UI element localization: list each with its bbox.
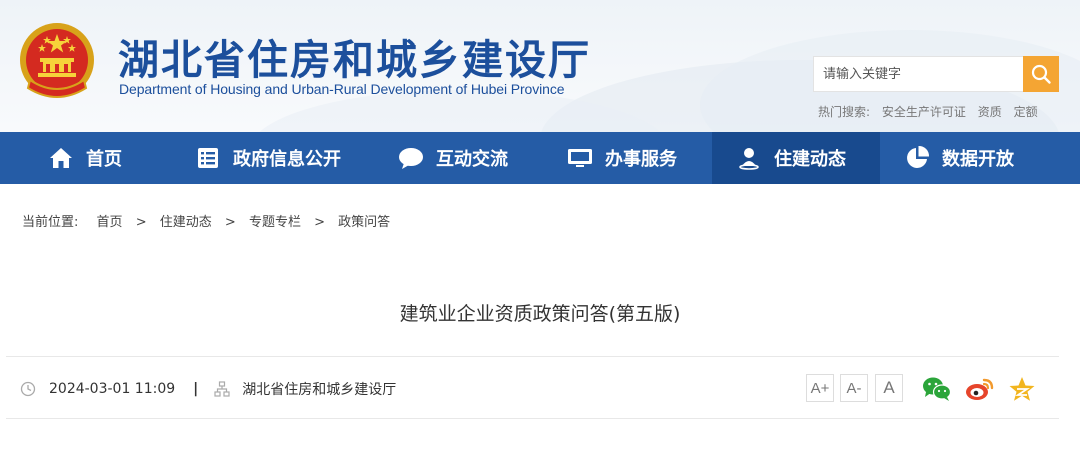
favorite-button[interactable] (1007, 374, 1037, 404)
nav-item-label: 住建动态 (774, 149, 846, 170)
nav-item-open-data[interactable]: 数据开放 (904, 132, 1014, 184)
national-emblem-icon (20, 23, 94, 98)
chat-bubble-icon (398, 145, 424, 171)
nav-item-label: 政府信息公开 (233, 149, 341, 170)
breadcrumb-item-home[interactable]: 首页 (97, 215, 123, 230)
font-increase-button[interactable]: A+ (806, 374, 834, 402)
article-meta: 2024-03-01 11:09 | 湖北省住房和城乡建设厅 (20, 378, 396, 400)
font-default-label: A (883, 378, 895, 397)
nav-item-label: 首页 (86, 149, 122, 170)
search-box (813, 56, 1059, 92)
breadcrumb-prefix: 当前位置: (22, 215, 79, 230)
share-wechat-button[interactable] (922, 374, 952, 404)
publish-date: 2024-03-01 11:09 (49, 381, 176, 397)
breadcrumb: 当前位置: 首页 > 住建动态 > 专题专栏 > 政策问答 (22, 211, 390, 230)
clock-icon (20, 381, 36, 397)
article-source: 湖北省住房和城乡建设厅 (242, 382, 397, 398)
breadcrumb-separator: > (314, 215, 325, 230)
home-icon (48, 145, 74, 171)
nav-item-government-info[interactable]: 政府信息公开 (195, 132, 341, 184)
breadcrumb-item-policy-qa[interactable]: 政策问答 (338, 215, 390, 230)
nav-item-home[interactable]: 首页 (48, 132, 122, 184)
font-increase-label: A+ (810, 379, 830, 397)
site-header: 湖北省住房和城乡建设厅 Department of Housing and Ur… (0, 0, 1080, 132)
nav-item-services[interactable]: 办事服务 (567, 132, 677, 184)
hot-search-term[interactable]: 安全生产许可证 (882, 105, 966, 119)
breadcrumb-separator: > (135, 215, 147, 230)
site-title: 湖北省住房和城乡建设厅 (118, 36, 591, 84)
meta-separator: | (193, 381, 199, 397)
search-icon (1031, 64, 1051, 84)
organization-icon (214, 381, 230, 397)
hot-search: 热门搜索: 安全生产许可证 资质 定额 (818, 103, 1046, 120)
pie-chart-icon (904, 145, 930, 171)
monitor-icon (567, 145, 593, 171)
nav-item-label: 办事服务 (605, 149, 677, 170)
hot-search-term[interactable]: 定额 (1014, 105, 1038, 119)
favorite-star-icon (1009, 377, 1035, 401)
nav-item-interaction[interactable]: 互动交流 (398, 132, 508, 184)
document-icon (195, 145, 221, 171)
main-nav: 首页 政府信息公开 互动交流 办事服务 住建动态 数据开放 (0, 132, 1080, 184)
divider (6, 418, 1059, 419)
share-weibo-button[interactable] (965, 374, 995, 404)
font-default-button[interactable]: A (875, 374, 903, 402)
site-subtitle: Department of Housing and Urban-Rural De… (119, 81, 565, 97)
person-location-icon (736, 145, 762, 171)
nav-item-label: 互动交流 (436, 149, 508, 170)
search-input[interactable] (814, 57, 1024, 91)
search-button[interactable] (1023, 56, 1059, 92)
hot-search-term[interactable]: 资质 (978, 105, 1002, 119)
nav-item-construction-news[interactable]: 住建动态 (712, 132, 880, 184)
breadcrumb-separator: > (224, 215, 236, 230)
divider (6, 356, 1059, 357)
breadcrumb-item-news[interactable]: 住建动态 (160, 215, 212, 230)
font-decrease-button[interactable]: A- (840, 374, 868, 402)
article-title: 建筑业企业资质政策问答(第五版) (399, 303, 681, 325)
hot-search-label: 热门搜索: (818, 105, 871, 119)
nav-item-label: 数据开放 (942, 149, 1014, 170)
font-decrease-label: A- (846, 379, 862, 397)
wechat-icon (923, 377, 952, 401)
breadcrumb-item-special[interactable]: 专题专栏 (249, 215, 301, 230)
weibo-icon (966, 378, 994, 400)
